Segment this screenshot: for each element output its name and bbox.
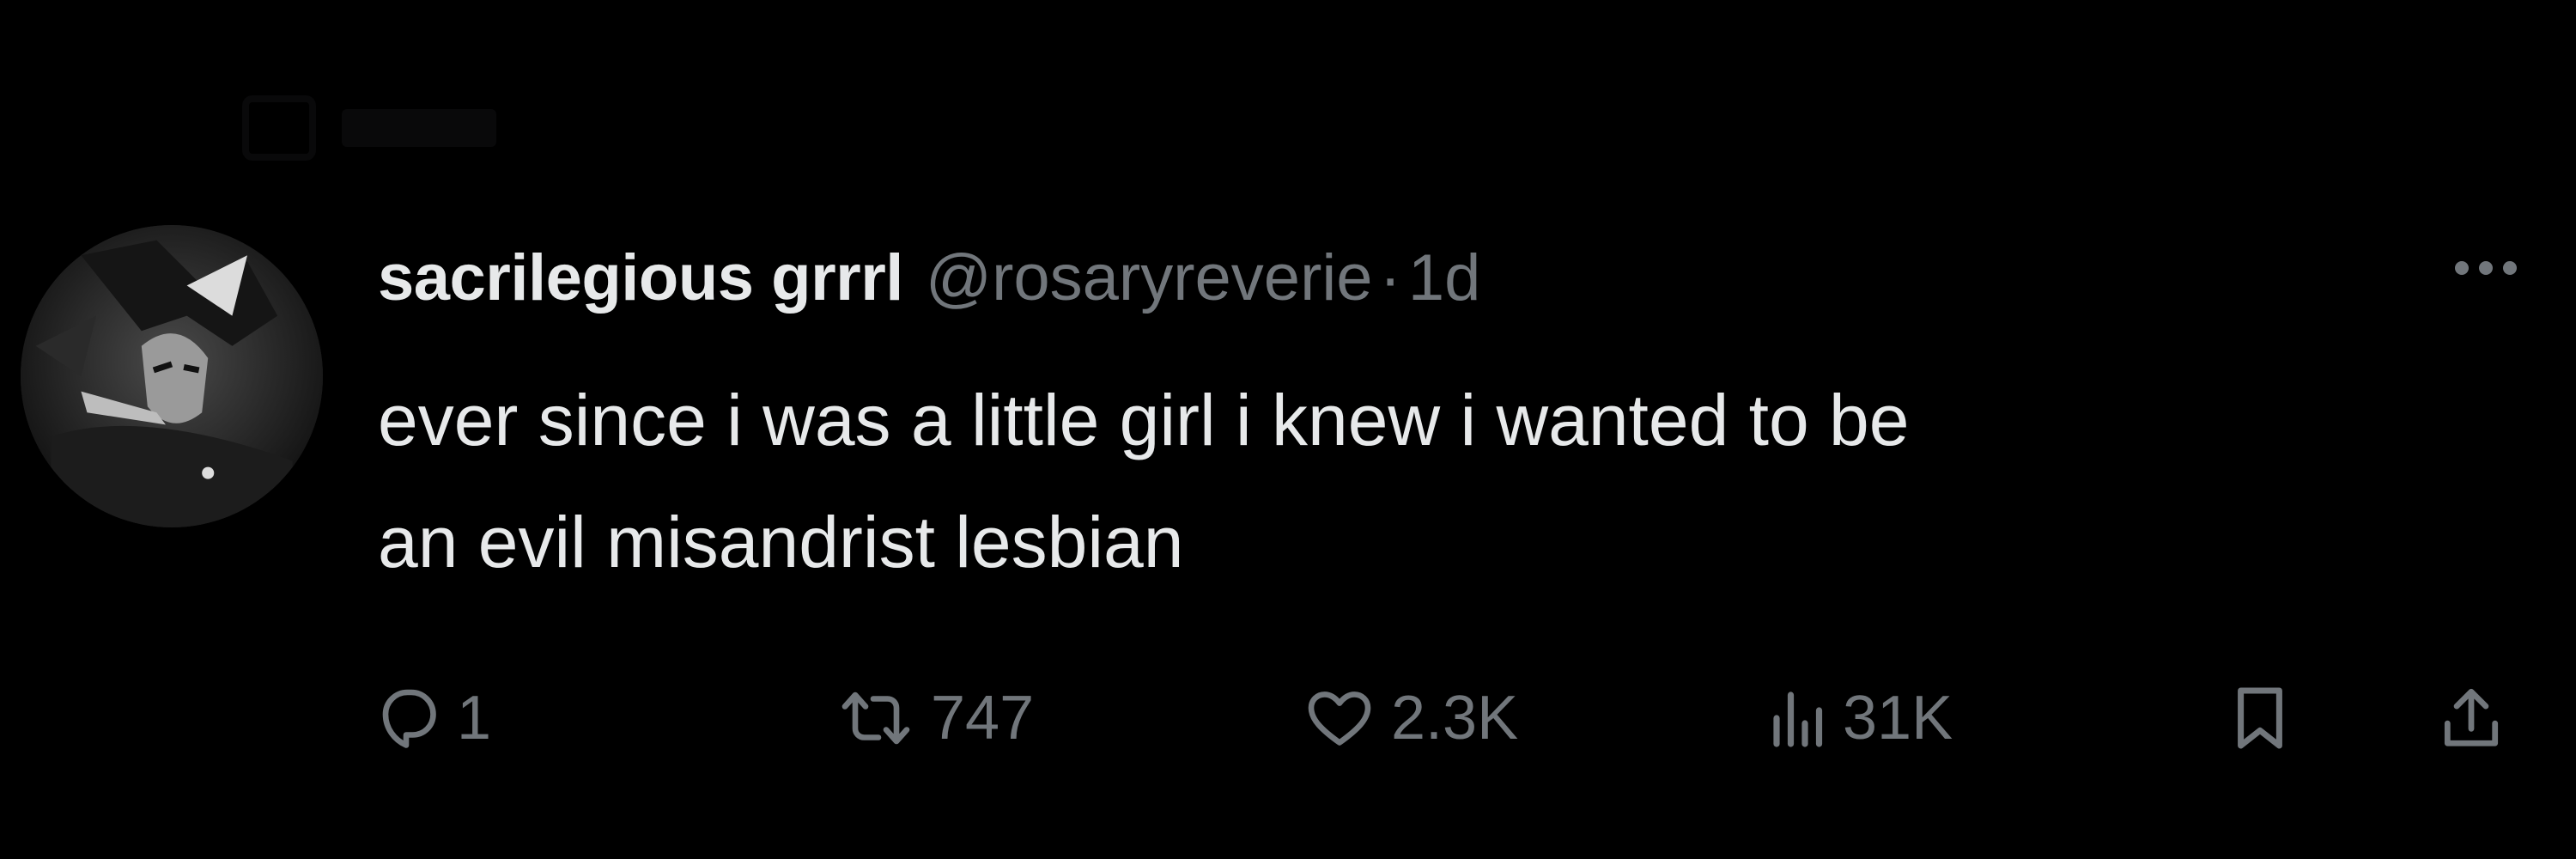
tweet-actions-bar: 1 747 2.3K 31K: [0, 667, 2576, 770]
user-handle[interactable]: @rosaryreverie: [926, 241, 1373, 315]
bookmark-button[interactable]: [2233, 667, 2287, 770]
share-button[interactable]: [2439, 667, 2504, 770]
tweet-text-line: ever since i was a little girl i knew i …: [378, 380, 1910, 460]
tweet-text-line: an evil misandrist lesbian: [378, 502, 1184, 582]
tweet-header: sacrilegious grrrl @rosaryreverie · 1d: [378, 230, 1480, 325]
bar-chart-icon: [1773, 691, 1823, 747]
social-context: [242, 89, 689, 167]
separator-dot: ·: [1379, 241, 1401, 314]
like-count: 2.3K: [1391, 684, 1519, 752]
like-button[interactable]: 2.3K: [1305, 667, 1518, 770]
tweet-text: ever since i was a little girl i knew i …: [378, 359, 2559, 603]
avatar-image: [21, 225, 323, 527]
display-name[interactable]: sacrilegious grrrl: [378, 241, 903, 315]
reply-button[interactable]: 1: [378, 667, 491, 770]
views-button[interactable]: 31K: [1769, 667, 1953, 770]
more-dots-icon: [2455, 261, 2469, 275]
context-text-placeholder: [342, 109, 496, 147]
reply-count: 1: [457, 684, 492, 752]
heart-icon: [1308, 691, 1371, 746]
speech-bubble-icon: [382, 689, 436, 748]
repost-arrows-icon: [841, 691, 910, 745]
share-upload-icon: [2444, 688, 2499, 746]
repost-count: 747: [931, 684, 1035, 752]
repost-button[interactable]: 747: [838, 667, 1034, 770]
repost-context-icon: [242, 95, 316, 161]
views-count: 31K: [1843, 684, 1953, 752]
more-dots-icon: [2503, 261, 2517, 275]
timestamp[interactable]: 1d: [1408, 241, 1481, 315]
more-dots-icon: [2479, 261, 2493, 275]
avatar[interactable]: [21, 225, 323, 527]
more-options-button[interactable]: [2439, 241, 2533, 295]
bookmark-icon: [2238, 687, 2282, 749]
